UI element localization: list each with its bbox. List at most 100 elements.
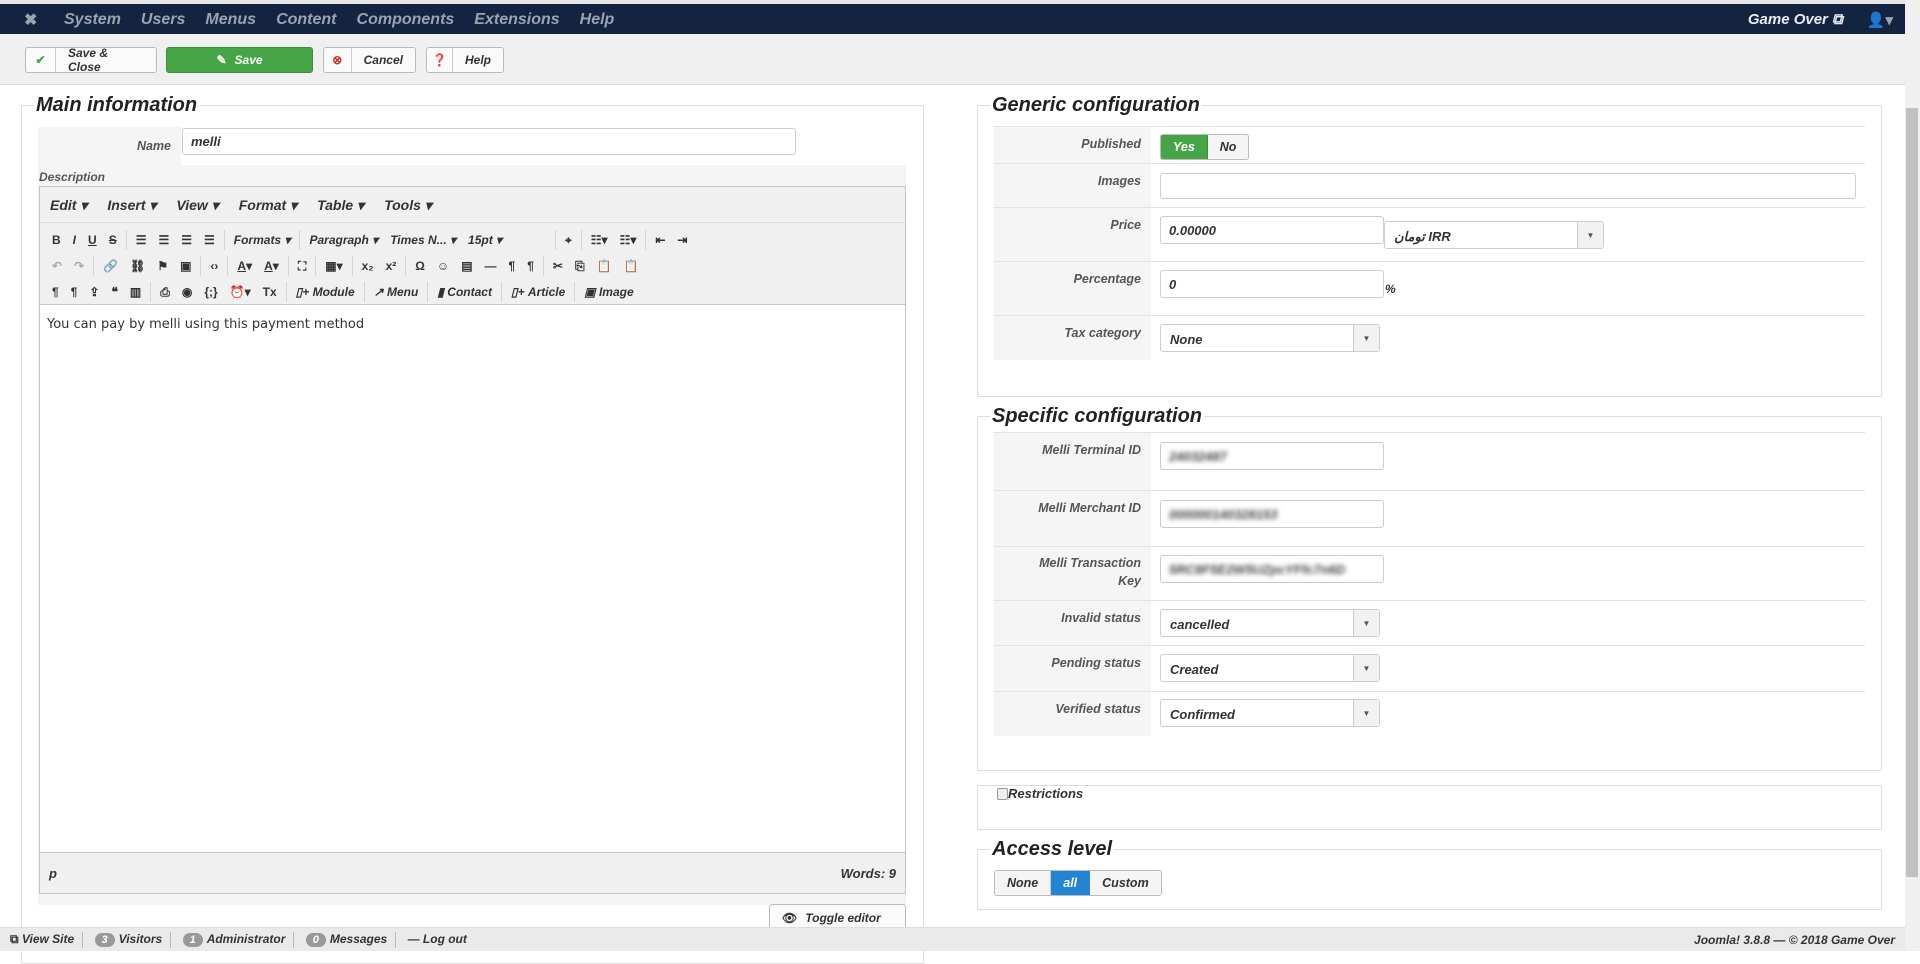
copy-icon[interactable]: ⎘ [569,259,591,274]
justify-icon[interactable]: ☰ [198,233,221,247]
restrictions-checkbox[interactable] [997,787,1008,800]
strikethrough-icon[interactable]: S [103,233,123,247]
outdent-icon[interactable]: ⇤ [649,233,671,247]
messages-status[interactable]: 0 Messages [305,932,387,948]
unlink-icon[interactable]: ⛓ [124,259,151,273]
module-button[interactable]: ▯+ Module [290,285,361,299]
access-custom[interactable]: Custom [1090,871,1161,895]
align-left-icon[interactable]: ☰ [130,233,153,247]
special-char-icon[interactable]: Ω [409,259,431,273]
published-no[interactable]: No [1207,135,1249,159]
font-size-dropdown[interactable]: 15pt ▾ [462,233,552,247]
access-all[interactable]: all [1051,871,1091,895]
price-input[interactable]: 0.00000 [1160,216,1384,244]
preview-icon[interactable]: ◉ [176,285,198,299]
clear-format-icon[interactable]: Tx [257,285,283,299]
editor-menu-view[interactable]: View ▾ [176,197,218,213]
visitors-status[interactable]: 3 Visitors [94,932,162,948]
underline-icon[interactable]: U [82,233,103,247]
superscript-icon[interactable]: x² [380,259,403,273]
show-blocks-icon[interactable]: ¶ [46,285,65,299]
save-close-button[interactable]: ✔ Save & Close [25,46,157,74]
upload-icon[interactable]: ⇪ [83,285,105,299]
align-right-icon[interactable]: ☰ [175,233,198,247]
template-icon[interactable]: ▥ [124,285,147,299]
images-input[interactable] [1160,173,1856,199]
text-color-icon[interactable]: A▾ [231,259,258,273]
administrator-status[interactable]: 1 Administrator [182,932,285,948]
editor-content[interactable]: You can pay by melli using this payment … [40,305,905,853]
paste-icon[interactable]: 📋 [591,259,618,273]
paste-text-icon[interactable]: 📋 [618,259,645,273]
merchant-id-input[interactable]: 000000140328153 [1160,500,1384,528]
media-icon[interactable]: ▤ [455,259,478,273]
joomla-logo-icon[interactable]: ✖ [24,10,37,30]
site-link[interactable]: Game Over ⧉ [1748,11,1843,29]
pending-status-select[interactable]: Created ▼ [1160,654,1380,682]
help-button[interactable]: ❓ Help [426,47,504,73]
article-button[interactable]: ▯+ Article [505,285,571,299]
cut-icon[interactable]: ✂ [547,259,569,273]
menu-system[interactable]: System [64,11,121,29]
editor-menu-format[interactable]: Format ▾ [239,197,297,213]
verified-status-select[interactable]: Confirmed ▼ [1160,699,1380,727]
menu-users[interactable]: Users [141,11,185,29]
terminal-id-input[interactable]: 24032487 [1160,442,1384,470]
element-path[interactable]: p [49,866,57,881]
font-family-dropdown[interactable]: Times N... ▾ [384,233,462,247]
menu-content[interactable]: Content [276,11,336,29]
numbered-list-icon[interactable]: ☷▾ [614,233,643,247]
editor-menu-edit[interactable]: Edit ▾ [50,197,87,213]
editor-menu-tools[interactable]: Tools ▾ [384,197,432,213]
cancel-button[interactable]: ⊗ Cancel [323,47,416,73]
anchor-icon[interactable]: ⚑ [151,259,174,273]
user-icon[interactable]: 👤▾ [1867,11,1893,29]
access-none[interactable]: None [995,871,1052,895]
name-input[interactable]: melli [182,128,796,155]
tax-category-select[interactable]: None ▼ [1160,324,1380,352]
indent-icon[interactable]: ⇥ [671,233,693,247]
view-site-link[interactable]: ⧉ View Site [10,932,74,946]
invalid-status-select[interactable]: cancelled ▼ [1160,609,1380,637]
formats-dropdown[interactable]: Formats ▾ [228,233,297,247]
fullscreen-icon[interactable]: ⛶ [292,259,312,274]
percentage-input[interactable]: 0 [1160,270,1384,298]
menu-components[interactable]: Components [357,11,455,29]
rtl-icon[interactable]: ¶ [521,259,540,273]
currency-select[interactable]: تومان IRR ▼ [1384,221,1604,249]
menu-button[interactable]: ↗ Menu [368,285,425,299]
editor-menu-insert[interactable]: Insert ▾ [107,197,156,213]
image-icon[interactable]: ▣ [174,259,197,273]
restrictions-toggle[interactable]: Restrictions [997,786,1087,801]
logout-link[interactable]: — Log out [408,932,467,946]
find-replace-icon[interactable]: ⌖ [559,233,578,248]
blockquote-icon[interactable]: ❝ [105,285,123,299]
print-icon[interactable]: ⎙ [154,285,176,300]
hr-icon[interactable]: — [479,259,503,273]
paragraph-dropdown[interactable]: Paragraph ▾ [303,233,384,247]
source-code-icon[interactable]: {;} [198,285,223,299]
subscript-icon[interactable]: x₂ [356,259,380,273]
datetime-icon[interactable]: ⏰▾ [224,285,257,299]
contact-button[interactable]: ▮ Contact [431,285,498,299]
ltr-icon[interactable]: ¶ [503,259,522,273]
menu-help[interactable]: Help [580,11,615,29]
align-center-icon[interactable]: ☰ [152,233,175,247]
redo-icon[interactable]: ↷ [68,259,90,273]
undo-icon[interactable]: ↶ [46,259,68,273]
bullet-list-icon[interactable]: ☷▾ [585,233,614,247]
table-icon[interactable]: ▦▾ [319,259,348,273]
italic-icon[interactable]: I [67,233,82,247]
link-icon[interactable]: 🔗 [97,259,124,273]
emoticons-icon[interactable]: ☺ [431,259,455,273]
save-button[interactable]: ✎ Save [166,47,313,73]
menu-menus[interactable]: Menus [205,11,256,29]
editor-menu-table[interactable]: Table ▾ [317,197,364,213]
image-button[interactable]: ▣ Image [578,285,639,299]
background-color-icon[interactable]: A▾ [258,259,285,273]
bold-icon[interactable]: B [46,233,67,247]
visual-chars-icon[interactable]: ¶ [65,285,84,299]
menu-extensions[interactable]: Extensions [474,11,559,29]
scrollbar-thumb[interactable] [1906,108,1918,877]
transaction-key-input[interactable]: 5RC8F5E2W5UZpcYFfc7n6D [1160,555,1384,583]
